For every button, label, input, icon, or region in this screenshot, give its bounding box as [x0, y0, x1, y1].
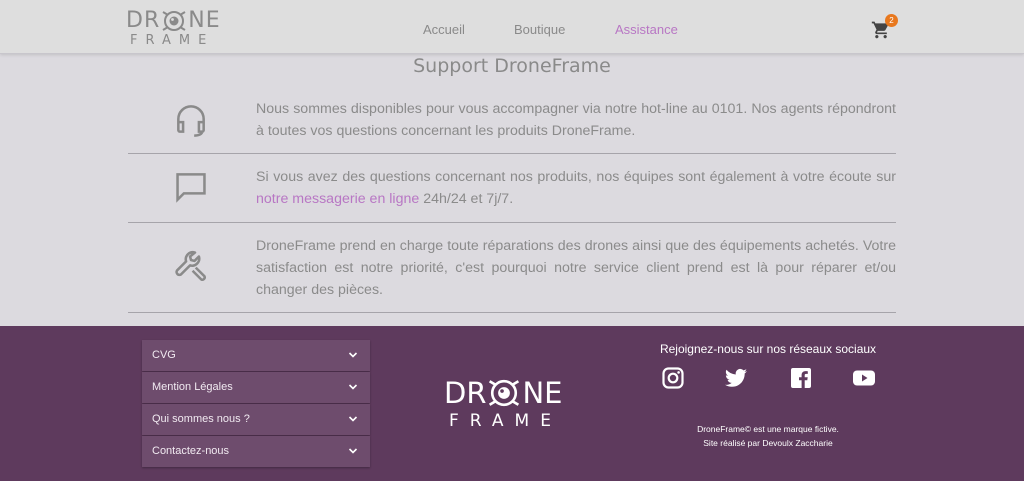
header-logo[interactable]: DR NE FRAME	[126, 8, 232, 50]
footer-logo-wordmark-top: DR NE	[444, 376, 563, 410]
nav-accueil[interactable]: Accueil	[423, 22, 465, 37]
legal-notice: DroneFrame© est une marque fictive.	[697, 424, 839, 434]
chevron-down-icon	[348, 384, 358, 390]
instagram-icon[interactable]	[661, 366, 685, 390]
cart-count-badge: 2	[885, 14, 898, 27]
logo-text-left: DR	[126, 8, 161, 33]
support-text-repairs: DroneFrame prend en charge toute réparat…	[256, 238, 896, 298]
logo-text-right: NE	[188, 8, 221, 33]
support-text-messaging: Si vous avez des questions concernant no…	[256, 166, 896, 210]
chevron-down-icon	[348, 448, 358, 454]
online-messaging-link[interactable]: notre messagerie en ligne	[256, 191, 419, 207]
accordion-label: Contactez-nous	[152, 445, 230, 457]
youtube-icon[interactable]	[852, 366, 876, 390]
accordion-label: Mention Légales	[152, 381, 233, 393]
site-credit: Site réalisé par Devoulx Zaccharie	[703, 438, 833, 448]
support-text-messaging-start: Si vous avez des questions concernant no…	[256, 169, 896, 185]
accordion-mentions-legales[interactable]: Mention Légales	[142, 372, 370, 403]
wrench-icon	[175, 250, 206, 281]
nav-assistance[interactable]: Assistance	[615, 22, 678, 37]
support-row-hotline: Nous sommes disponibles pour vous accomp…	[128, 90, 896, 154]
social-heading: Rejoignez-nous sur nos réseaux sociaux	[659, 342, 877, 356]
page-title: Support DroneFrame	[413, 55, 611, 77]
support-text-messaging-end: 24h/24 et 7j/7.	[423, 191, 514, 207]
site-header: DR NE FRAME Accueil Boutique Assistance …	[0, 0, 1024, 54]
nav-boutique[interactable]: Boutique	[514, 22, 565, 37]
footer-logo-wordmark-bottom: FRAME	[449, 411, 562, 431]
drone-eye-icon	[489, 379, 520, 407]
logo-wordmark-bottom: FRAME	[130, 33, 215, 48]
accordion-label: CVG	[152, 349, 176, 361]
accordion-cvg[interactable]: CVG	[142, 340, 370, 371]
support-text-hotline: Nous sommes disponibles pour vous accomp…	[256, 101, 896, 139]
support-row-messaging: Si vous avez des questions concernant no…	[128, 154, 896, 223]
support-row-repairs: DroneFrame prend en charge toute réparat…	[128, 223, 896, 313]
chevron-down-icon	[348, 416, 358, 422]
accordion-qui-sommes-nous[interactable]: Qui sommes nous ?	[142, 404, 370, 435]
footer-logo-text-left: DR	[444, 376, 487, 410]
drone-eye-icon	[162, 11, 186, 31]
accordion-contactez-nous[interactable]: Contactez-nous	[142, 436, 370, 467]
accordion-label: Qui sommes nous ?	[152, 413, 250, 425]
chevron-down-icon	[348, 352, 358, 358]
footer-logo: DR NE FRAME	[444, 376, 584, 436]
facebook-icon[interactable]	[789, 366, 813, 390]
headset-icon	[177, 105, 205, 137]
logo-wordmark-top: DR NE	[126, 8, 221, 34]
footer-logo-text-right: NE	[522, 376, 563, 410]
twitter-icon[interactable]	[724, 366, 748, 390]
chat-bubble-icon	[176, 173, 206, 203]
